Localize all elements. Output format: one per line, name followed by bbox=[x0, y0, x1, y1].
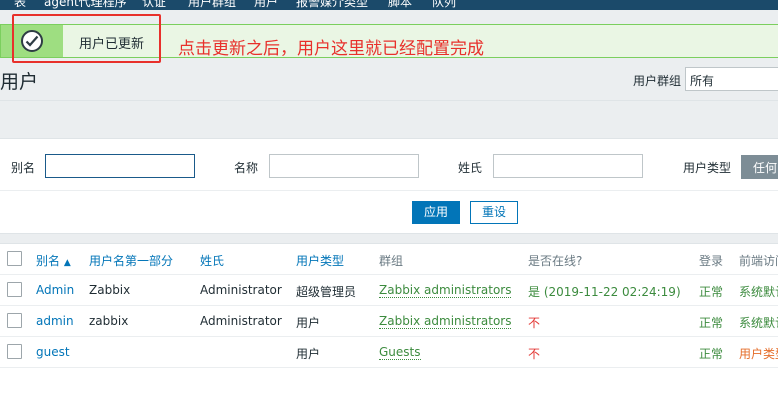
divider bbox=[0, 100, 778, 101]
reset-button[interactable]: 重设 bbox=[470, 201, 518, 224]
frontend-access[interactable]: 系统默认 bbox=[739, 314, 778, 331]
apply-button[interactable]: 应用 bbox=[412, 201, 460, 224]
user-alias-link[interactable]: guest bbox=[36, 345, 70, 359]
column-frontend: 前端访问 bbox=[739, 254, 778, 268]
column-alias[interactable]: 别名 ▲ bbox=[36, 252, 71, 269]
filter-panel: 别名 名称 姓氏 用户类型 任何 应用 重设 bbox=[0, 138, 778, 234]
top-navigation: 表 agent代理程序 认证 用户群组 用户 报警媒介类型 脚本 队列 bbox=[0, 0, 778, 10]
page-title: 用户 bbox=[0, 71, 39, 93]
row-checkbox[interactable] bbox=[7, 313, 22, 328]
user-group-select[interactable]: 所有 bbox=[685, 67, 778, 91]
nav-item[interactable]: 队列 bbox=[432, 0, 456, 10]
user-group-link[interactable]: Zabbix administrators bbox=[379, 283, 512, 298]
user-group-label: 用户群组 bbox=[633, 74, 682, 88]
nav-item[interactable]: 脚本 bbox=[388, 0, 412, 10]
nav-item[interactable]: 认证 bbox=[142, 0, 166, 10]
user-group-link[interactable]: Zabbix administrators bbox=[379, 314, 512, 329]
annotation-text: 点击更新之后，用户这里就已经配置完成 bbox=[178, 39, 484, 59]
user-alias-link[interactable]: admin bbox=[36, 314, 74, 328]
user-surname: Administrator bbox=[200, 314, 282, 328]
surname-input[interactable] bbox=[493, 154, 643, 178]
column-online: 是否在线? bbox=[528, 254, 583, 268]
user-type: 超级管理员 bbox=[296, 285, 357, 299]
column-usertype[interactable]: 用户类型 bbox=[296, 252, 344, 269]
online-status: 不 bbox=[528, 316, 541, 330]
annotation-highlight-box bbox=[12, 14, 161, 63]
column-name[interactable]: 用户名第一部分 bbox=[89, 252, 173, 269]
table-row: Admin Zabbix Administrator 超级管理员 Zabbix … bbox=[0, 275, 778, 306]
nav-item-users[interactable]: 用户 bbox=[254, 0, 278, 10]
nav-item[interactable]: agent代理程序 bbox=[44, 0, 127, 10]
nav-item[interactable]: 报警媒介类型 bbox=[296, 0, 368, 10]
login-status[interactable]: 正常 bbox=[699, 345, 723, 362]
filter-divider bbox=[0, 190, 778, 191]
alias-input[interactable] bbox=[45, 154, 195, 178]
name-label: 名称 bbox=[234, 161, 259, 175]
frontend-access[interactable]: 系统默认 bbox=[739, 283, 778, 300]
alias-label: 别名 bbox=[11, 161, 36, 175]
users-table: 别名 ▲ 用户名第一部分 姓氏 用户类型 群组 是否在线? 登录 前端访问 Ad… bbox=[0, 243, 778, 403]
surname-label: 姓氏 bbox=[458, 161, 483, 175]
online-status: 不 bbox=[528, 347, 541, 361]
user-surname: Administrator bbox=[200, 283, 282, 297]
column-groups: 群组 bbox=[379, 254, 404, 268]
column-login: 登录 bbox=[699, 254, 724, 268]
row-checkbox[interactable] bbox=[7, 282, 22, 297]
user-group-link[interactable]: Guests bbox=[379, 345, 421, 360]
user-alias-link[interactable]: Admin bbox=[36, 283, 74, 297]
nav-item[interactable]: 表 bbox=[14, 0, 26, 10]
usertype-any-button[interactable]: 任何 bbox=[741, 155, 778, 179]
user-type: 用户 bbox=[296, 347, 321, 361]
user-type: 用户 bbox=[296, 316, 321, 330]
name-input[interactable] bbox=[269, 154, 419, 178]
user-name: zabbix bbox=[89, 314, 129, 328]
table-row: admin zabbix Administrator 用户 Zabbix adm… bbox=[0, 306, 778, 337]
table-header: 别名 ▲ 用户名第一部分 姓氏 用户类型 群组 是否在线? 登录 前端访问 bbox=[0, 244, 778, 275]
sort-asc-icon: ▲ bbox=[63, 258, 71, 268]
row-checkbox[interactable] bbox=[7, 344, 22, 359]
user-name: Zabbix bbox=[89, 283, 131, 297]
column-alias-label: 别名 bbox=[36, 254, 61, 268]
online-status: 是 (2019-11-22 02:24:19) bbox=[528, 285, 681, 299]
column-surname[interactable]: 姓氏 bbox=[200, 252, 224, 269]
login-status[interactable]: 正常 bbox=[699, 283, 723, 300]
select-all-checkbox[interactable] bbox=[7, 251, 22, 266]
login-status[interactable]: 正常 bbox=[699, 314, 723, 331]
usertype-label: 用户类型 bbox=[683, 161, 732, 175]
frontend-access[interactable]: 用户类型 bbox=[739, 345, 778, 362]
nav-item[interactable]: 用户群组 bbox=[188, 0, 236, 10]
table-row: guest 用户 Guests 不 正常 用户类型 bbox=[0, 337, 778, 368]
